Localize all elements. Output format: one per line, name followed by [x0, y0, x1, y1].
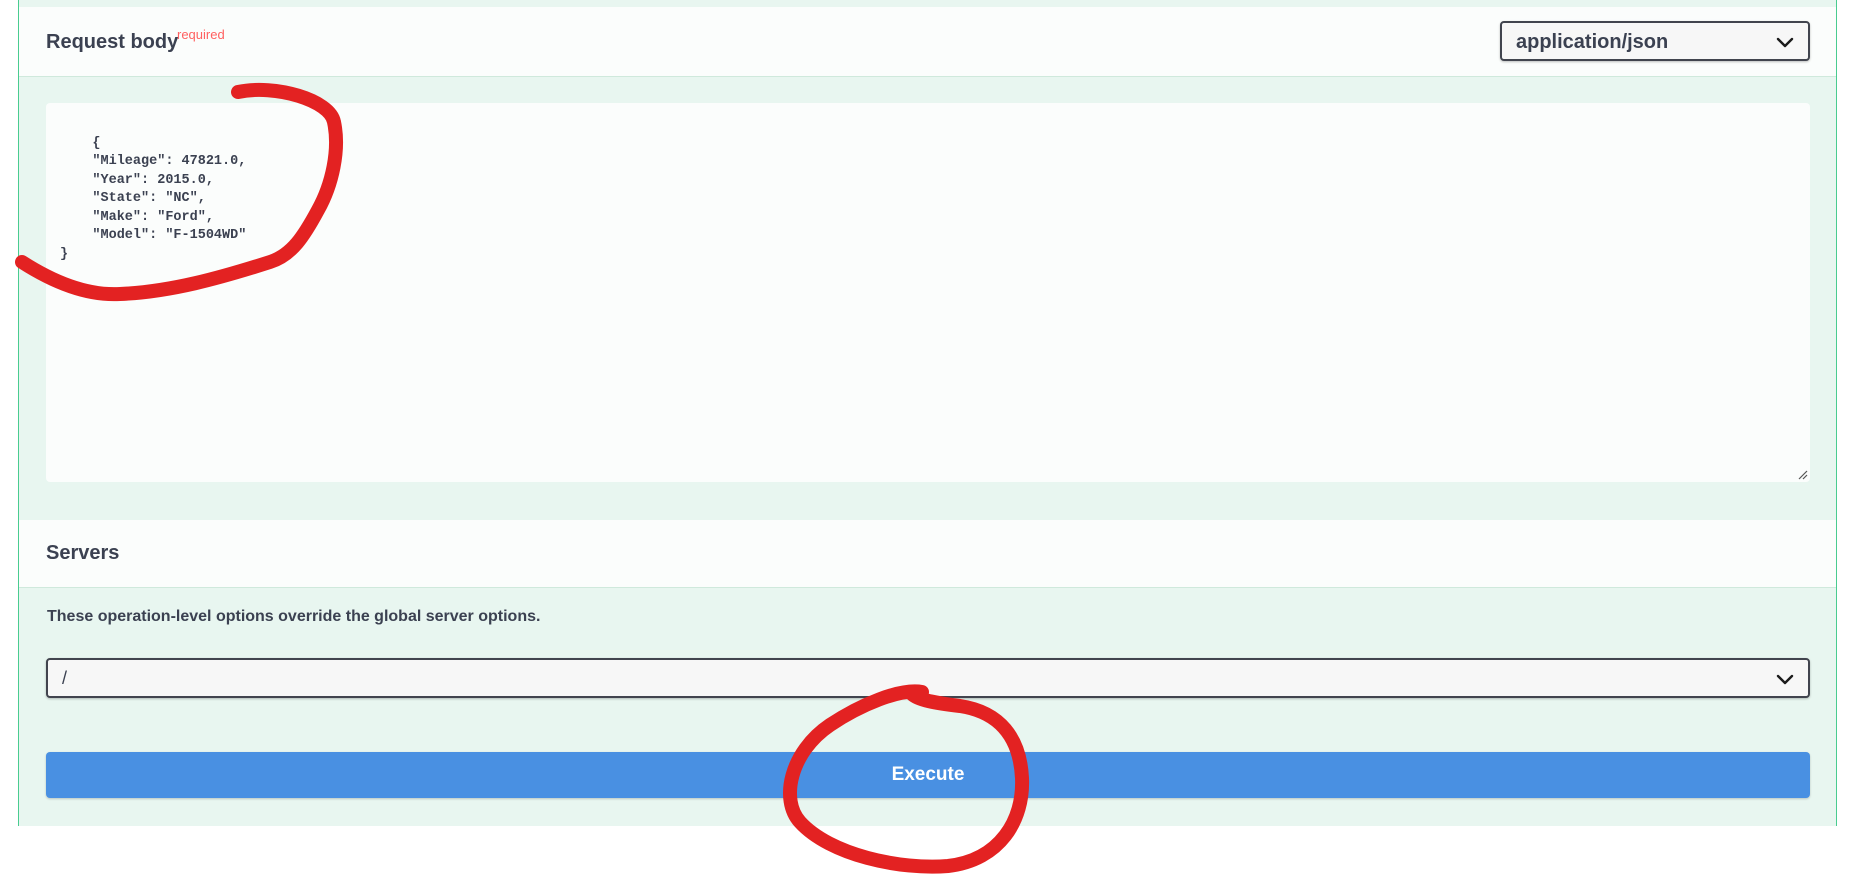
servers-header: Servers: [19, 520, 1836, 588]
execute-button[interactable]: Execute: [46, 752, 1810, 798]
server-select[interactable]: /: [46, 658, 1810, 698]
operation-block: Request body required application/json {…: [18, 0, 1837, 826]
request-body-json: { "Mileage": 47821.0, "Year": 2015.0, "S…: [60, 135, 247, 262]
content-type-value: application/json: [1516, 31, 1669, 53]
request-body-header: Request body required application/json: [19, 7, 1836, 77]
chevron-down-icon: [1776, 674, 1794, 685]
content-type-select[interactable]: application/json: [1500, 21, 1810, 61]
required-label: required: [177, 27, 225, 42]
chevron-down-icon: [1776, 37, 1794, 48]
request-body-title: Request body: [46, 31, 179, 53]
servers-description: These operation-level options override t…: [47, 608, 541, 625]
request-body-editor[interactable]: { "Mileage": 47821.0, "Year": 2015.0, "S…: [46, 103, 1810, 482]
resize-handle-icon[interactable]: [1796, 468, 1808, 480]
server-select-value: /: [62, 668, 68, 688]
servers-title: Servers: [46, 542, 120, 564]
